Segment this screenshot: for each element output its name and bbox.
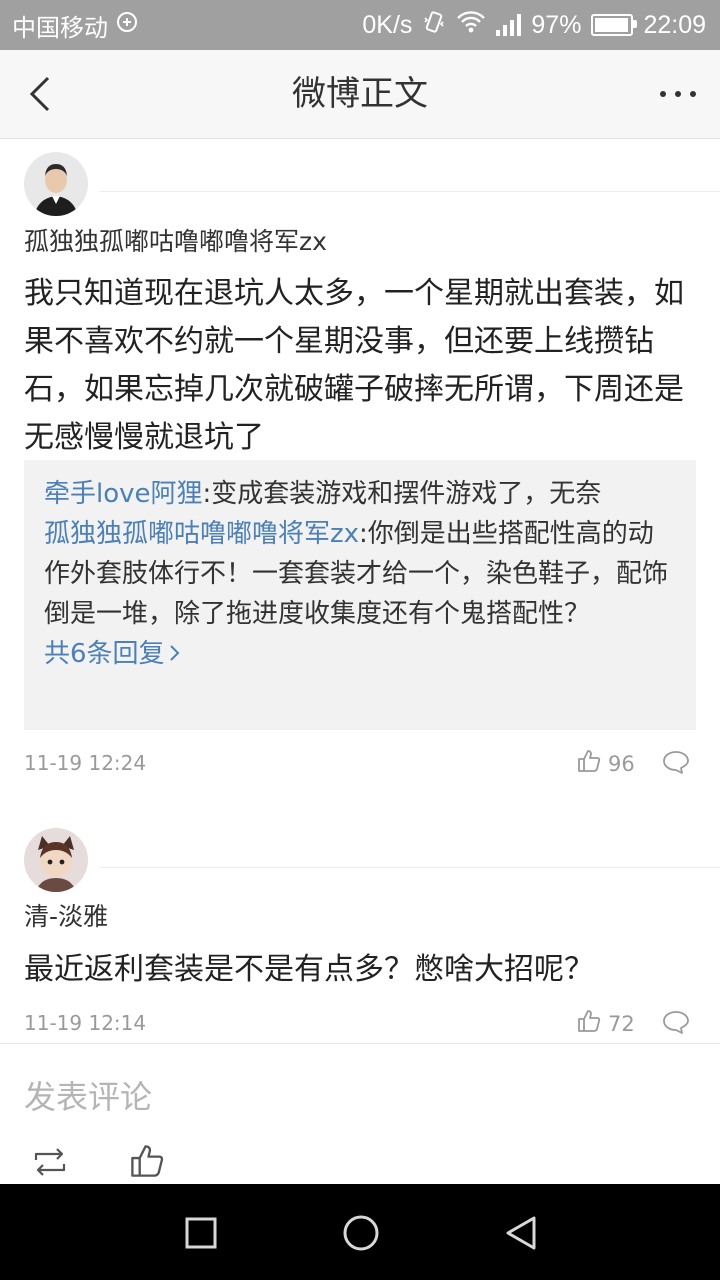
status-bar: 中国移动 0K/s 97% 22:09 bbox=[0, 0, 720, 50]
battery-percent: 97% bbox=[531, 10, 582, 39]
reply-comment-icon[interactable] bbox=[662, 749, 690, 779]
reply-box[interactable]: 牵手love阿狸:变成套装游戏和摆件游戏了，无奈 孤独独孤嘟咕噜嘟噜将军zx:你… bbox=[24, 460, 696, 730]
avatar[interactable] bbox=[24, 152, 88, 216]
reply-text: :变成套装游戏和摆件游戏了，无奈 bbox=[202, 479, 602, 509]
like-button[interactable]: 72 bbox=[576, 1008, 635, 1039]
battery-icon bbox=[591, 14, 638, 36]
comment-text: 最近返利套装是不是有点多？憋啥大招呢？ bbox=[24, 952, 594, 987]
clock: 22:09 bbox=[643, 10, 706, 39]
reply-item: 孤独独孤嘟咕噜嘟噜将军zx:你倒是出些搭配性高的动作外套肢体行不！一套套装才给一… bbox=[44, 514, 676, 634]
username[interactable]: 清-淡雅 bbox=[24, 897, 108, 933]
divider bbox=[100, 867, 720, 868]
like-count: 72 bbox=[608, 1011, 635, 1036]
more-replies-link[interactable]: 共6条回复 bbox=[44, 634, 676, 674]
more-replies-label: 共6条回复 bbox=[44, 639, 165, 669]
repost-icon[interactable] bbox=[30, 1144, 70, 1184]
thumbs-up-icon bbox=[576, 748, 602, 779]
reply-comment-icon[interactable] bbox=[662, 1009, 690, 1039]
carrier-label: 中国移动 bbox=[12, 14, 108, 42]
back-nav-icon[interactable] bbox=[502, 1214, 540, 1256]
page-title: 微博正文 bbox=[292, 74, 428, 114]
like-count: 96 bbox=[608, 751, 635, 776]
comment-text: 我只知道现在退坑人太多，一个星期就出套装，如果不喜欢不约就一个星期没事，但还要上… bbox=[24, 276, 684, 455]
recents-icon[interactable] bbox=[184, 1216, 218, 1254]
home-icon[interactable] bbox=[342, 1214, 380, 1256]
reply-item: 牵手love阿狸:变成套装游戏和摆件游戏了，无奈 bbox=[44, 474, 676, 514]
comment-time: 11-19 12:24 bbox=[24, 751, 147, 775]
thumbs-up-icon bbox=[576, 1008, 602, 1039]
wifi-icon bbox=[456, 10, 486, 41]
divider bbox=[100, 191, 720, 192]
nav-bar: 微博正文 bbox=[0, 50, 720, 139]
divider bbox=[0, 1043, 720, 1044]
vibrate-icon bbox=[422, 10, 446, 41]
net-speed: 0K/s bbox=[362, 10, 413, 39]
like-button[interactable]: 96 bbox=[576, 748, 635, 779]
comment-time: 11-19 12:14 bbox=[24, 1011, 147, 1035]
avatar[interactable] bbox=[24, 828, 88, 892]
reply-username[interactable]: 牵手love阿狸 bbox=[44, 479, 203, 509]
like-post-icon[interactable] bbox=[128, 1142, 166, 1184]
hd-call-icon bbox=[116, 11, 138, 40]
more-icon[interactable] bbox=[656, 72, 700, 116]
reply-username[interactable]: 孤独独孤嘟咕噜嘟噜将军zx bbox=[44, 519, 359, 549]
signal-icon bbox=[496, 14, 522, 36]
system-nav-bar bbox=[0, 1184, 720, 1280]
chevron-right-icon bbox=[169, 634, 181, 674]
action-bar bbox=[0, 1140, 720, 1184]
username[interactable]: 孤独独孤嘟咕噜嘟噜将军zx bbox=[24, 222, 327, 258]
comment-input[interactable]: 发表评论 bbox=[24, 1072, 152, 1118]
